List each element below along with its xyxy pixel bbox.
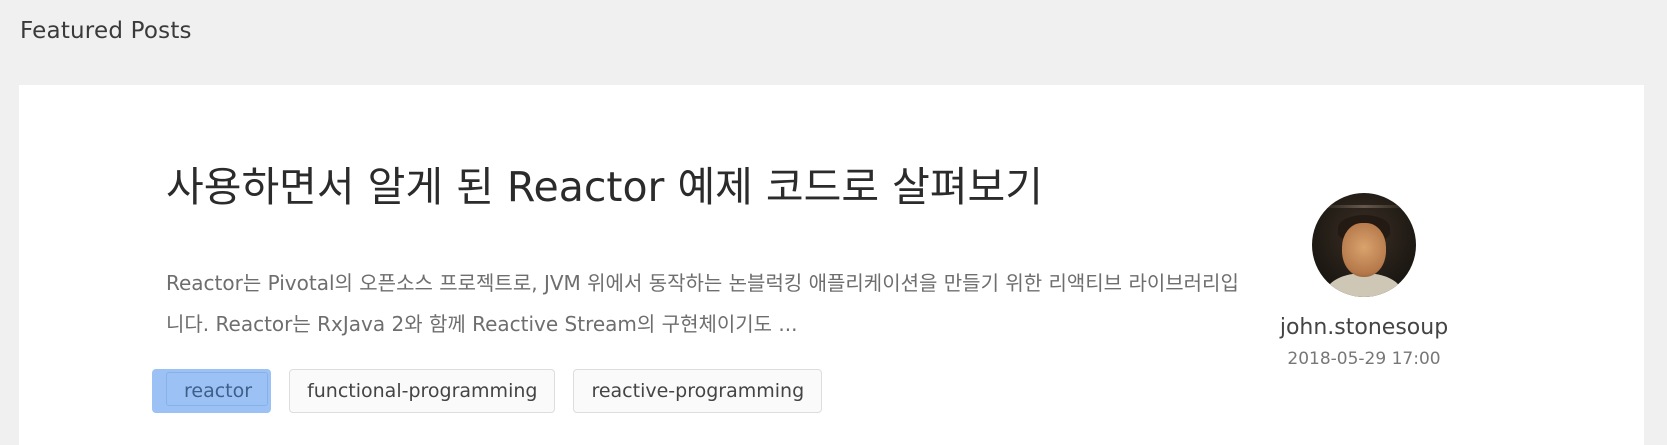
avatar-face (1342, 223, 1386, 277)
tag-functional-programming[interactable]: functional-programming (289, 369, 556, 413)
tag-label: reactive-programming (591, 380, 805, 402)
tag-reactive-programming[interactable]: reactive-programming (573, 369, 823, 413)
tag-reactor[interactable]: reactor (152, 369, 272, 413)
post-excerpt: Reactor는 Pivotal의 오픈소스 프로젝트로, JVM 위에서 동작… (166, 271, 1239, 336)
avatar-background (1318, 205, 1410, 208)
post-date: 2018-05-29 17:00 (1287, 349, 1441, 369)
tag-list: reactor functional-programming reactive-… (152, 369, 823, 413)
post-title[interactable]: 사용하면서 알게 된 Reactor 예제 코드로 살펴보기 (166, 163, 1043, 212)
featured-post-card[interactable]: 사용하면서 알게 된 Reactor 예제 코드로 살펴보기 Reactor는 … (19, 85, 1644, 445)
author-block: john.stonesoup 2018-05-29 17:00 (1274, 193, 1454, 369)
tag-focus-outline (166, 372, 269, 406)
tag-label: functional-programming (307, 380, 538, 402)
section-heading: Featured Posts (20, 18, 192, 44)
author-avatar[interactable] (1312, 193, 1416, 297)
author-name[interactable]: john.stonesoup (1274, 315, 1454, 340)
